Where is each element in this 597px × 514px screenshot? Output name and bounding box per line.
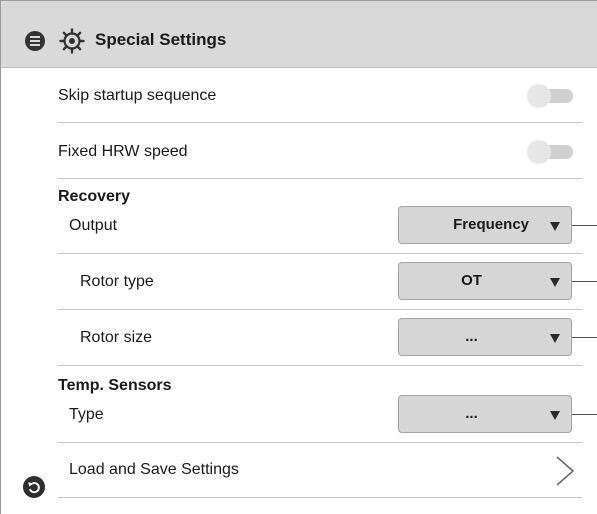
fixed-hrw-speed-toggle[interactable] — [527, 140, 573, 164]
frame-border-left — [0, 0, 1, 514]
output-dropdown[interactable]: Frequency — [398, 206, 572, 244]
output-value: Frequency — [453, 216, 529, 233]
divider — [58, 122, 582, 123]
sensor-type-label: Type — [69, 406, 104, 423]
rotor-size-value: ... — [465, 328, 478, 345]
rotor-type-value: OT — [461, 272, 482, 289]
chevron-down-icon — [550, 334, 560, 343]
header-bar: Special Settings — [1, 1, 597, 68]
divider — [58, 442, 582, 443]
output-label: Output — [69, 217, 118, 234]
page-title: Special Settings — [95, 30, 227, 49]
menu-icon[interactable] — [25, 31, 45, 51]
connector-line — [572, 225, 597, 226]
chevron-right-icon[interactable] — [554, 455, 576, 487]
rotor-type-dropdown[interactable]: OT — [398, 262, 572, 300]
fixed-hrw-speed-label: Fixed HRW speed — [58, 143, 188, 160]
undo-icon[interactable] — [23, 476, 45, 498]
rotor-size-dropdown[interactable]: ... — [398, 318, 572, 356]
rotor-size-label: Rotor size — [80, 329, 153, 346]
connector-line — [572, 414, 597, 415]
chevron-down-icon — [550, 278, 560, 287]
connector-line — [572, 281, 597, 282]
divider — [58, 309, 582, 310]
gear-icon — [59, 28, 85, 54]
skip-startup-toggle[interactable] — [527, 84, 573, 108]
load-save-settings-label[interactable]: Load and Save Settings — [69, 461, 239, 479]
divider — [58, 178, 582, 179]
rotor-type-label: Rotor type — [80, 273, 154, 290]
sensor-type-value: ... — [465, 405, 478, 422]
section-title-recovery: Recovery — [58, 188, 131, 205]
section-title-temp-sensors: Temp. Sensors — [58, 377, 172, 394]
divider — [58, 497, 582, 498]
chevron-down-icon — [550, 222, 560, 231]
skip-startup-label: Skip startup sequence — [58, 87, 217, 104]
divider — [58, 253, 582, 254]
divider — [58, 365, 582, 366]
connector-line — [572, 337, 597, 338]
chevron-down-icon — [550, 411, 560, 420]
sensor-type-dropdown[interactable]: ... — [398, 395, 572, 433]
